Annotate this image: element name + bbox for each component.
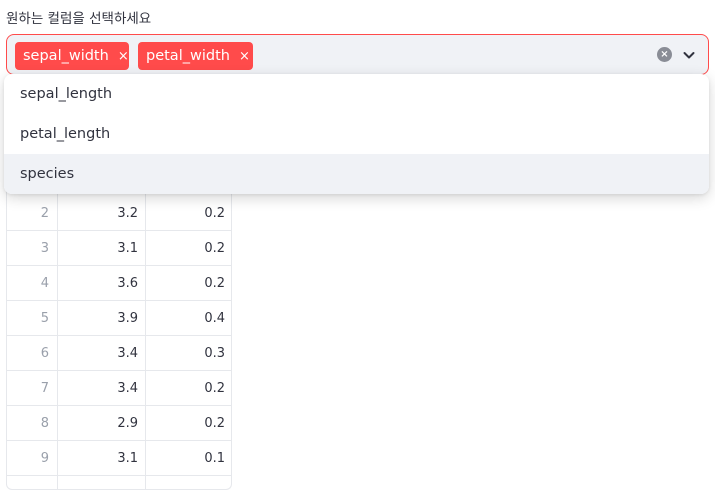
cell-sepal-width: 3.6 [117,276,138,291]
chip-remove-icon[interactable]: × [239,49,250,64]
cell-sepal-width: 3.9 [117,311,138,326]
cell-sepal-width: 3.1 [117,241,138,256]
row-index: 7 [40,381,49,396]
table-row: 6 3.4 0.3 [7,336,231,371]
chip-remove-icon[interactable]: × [118,49,129,64]
column-multiselect[interactable]: sepal_width × petal_width × × [6,34,709,75]
cell-petal-width: 0.3 [204,346,225,361]
cell-sepal-width: 3.4 [117,346,138,361]
option-sepal-length[interactable]: sepal_length [4,74,709,114]
option-petal-length[interactable]: petal_length [4,114,709,154]
row-index: 4 [40,276,49,291]
table-row: 3 3.1 0.2 [7,231,231,266]
chevron-down-icon[interactable] [681,47,697,63]
row-index: 2 [40,206,49,221]
row-index: 9 [40,451,49,466]
row-index: 3 [40,241,49,256]
cell-petal-width: 0.4 [204,311,225,326]
clear-all-icon[interactable]: × [657,47,672,62]
cell-petal-width: 0.1 [204,451,225,466]
cell-petal-width: 0.2 [204,381,225,396]
table-row: 4 3.6 0.2 [7,266,231,301]
chip-sepal-width[interactable]: sepal_width × [15,42,129,70]
multiselect-label: 원하는 컬럼을 선택하세요 [6,11,152,27]
cell-sepal-width: 3.1 [117,451,138,466]
table-row: 5 3.9 0.4 [7,301,231,336]
cell-sepal-width: 3.2 [117,206,138,221]
row-index: 6 [40,346,49,361]
cell-sepal-width: 2.9 [117,416,138,431]
options-dropdown: sepal_length petal_length species [4,74,709,194]
cell-petal-width: 0.2 [204,241,225,256]
cell-petal-width: 0.2 [204,206,225,221]
option-species[interactable]: species [4,154,709,194]
data-table: 2 3.2 0.2 3 3.1 0.2 4 3.6 0.2 5 3.9 0.4 … [6,190,232,490]
cell-petal-width: 0.2 [204,276,225,291]
cell-petal-width: 0.2 [204,416,225,431]
chip-label: sepal_width [23,48,109,64]
chip-petal-width[interactable]: petal_width × [138,42,253,70]
cell-sepal-width: 3.4 [117,381,138,396]
row-index: 5 [40,311,49,326]
table-row: 9 3.1 0.1 [7,441,231,476]
table-row: 8 2.9 0.2 [7,406,231,441]
row-index: 8 [40,416,49,431]
chip-label: petal_width [146,48,230,64]
table-row: 7 3.4 0.2 [7,371,231,406]
table-row: 2 3.2 0.2 [7,196,231,231]
